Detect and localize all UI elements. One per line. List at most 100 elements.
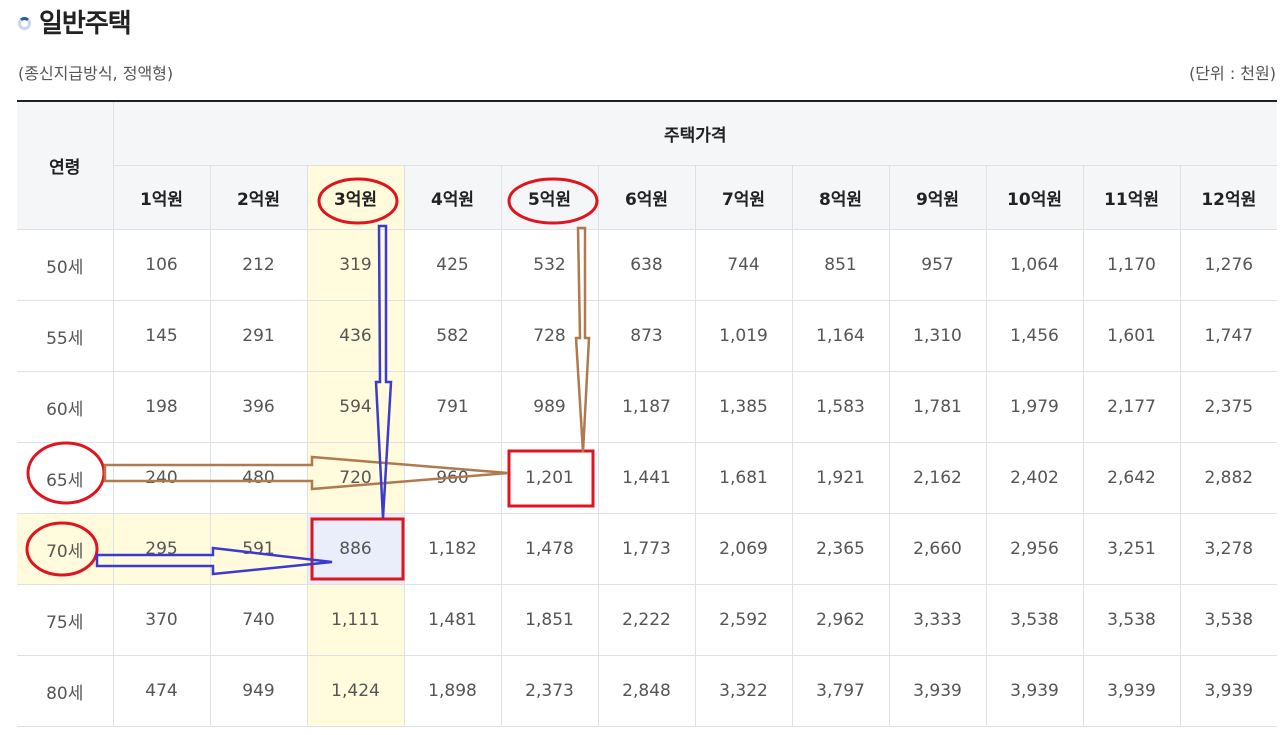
value-cell: 3,538 [1179, 584, 1278, 656]
value-cell: 2,642 [1082, 442, 1181, 514]
age-cell: 50세 [17, 229, 114, 301]
value-cell: 425 [403, 229, 502, 301]
value-cell: 240 [112, 442, 211, 514]
value-cell: 3,939 [888, 655, 987, 727]
table-row: 70세 295 591 886 1,182 1,478 1,773 2,069 2,365 2,6… [17, 513, 1278, 585]
value-cell: 3,797 [791, 655, 890, 727]
value-cell: 1,424 [306, 655, 405, 727]
age-cell: 60세 [17, 371, 114, 443]
table-row: 60세 198 396 594 791 989 1,187 1,385 1,583 1,781 1,… [17, 371, 1278, 443]
col-header-6: 6억원 [597, 165, 696, 230]
value-cell: 791 [403, 371, 502, 443]
col-header-4: 4억원 [403, 165, 502, 230]
value-cell: 2,375 [1179, 371, 1278, 443]
value-cell: 1,064 [985, 229, 1084, 301]
value-cell: 582 [403, 300, 502, 372]
table-row: 80세 474 949 1,424 1,898 2,373 2,848 3,322 3,797 3… [17, 655, 1278, 727]
value-cell: 989 [500, 371, 599, 443]
pension-table-wrap: 연령 주택가격 1억원 2억원 3억원 4억원 5억원 6억원 7억원 8억원 9억원 10억원 1… [17, 100, 1278, 727]
value-cell: 291 [209, 300, 308, 372]
value-cell: 396 [209, 371, 308, 443]
value-cell: 1,019 [694, 300, 793, 372]
col-header-11: 11억원 [1082, 165, 1181, 230]
col-header-9: 9억원 [888, 165, 987, 230]
value-cell: 3,251 [1082, 513, 1181, 585]
value-cell: 728 [500, 300, 599, 372]
value-cell: 1,187 [597, 371, 696, 443]
col-header-2: 2억원 [209, 165, 308, 230]
age-cell: 65세 [17, 442, 114, 514]
value-cell: 2,365 [791, 513, 890, 585]
value-cell: 3,322 [694, 655, 793, 727]
value-cell: 3,939 [1179, 655, 1278, 727]
value-cell: 1,781 [888, 371, 987, 443]
value-cell: 1,979 [985, 371, 1084, 443]
price-header: 주택가격 [112, 100, 1278, 166]
value-cell: 2,177 [1082, 371, 1181, 443]
value-cell: 851 [791, 229, 890, 301]
value-cell: 3,538 [1082, 584, 1181, 656]
value-cell: 2,162 [888, 442, 987, 514]
value-cell: 2,956 [985, 513, 1084, 585]
value-cell: 1,921 [791, 442, 890, 514]
table-row: 55세 145 291 436 582 728 873 1,019 1,164 1,310 1,45… [17, 300, 1278, 372]
col-header-3: 3억원 [306, 165, 405, 230]
age-cell: 70세 [17, 513, 114, 585]
value-cell: 744 [694, 229, 793, 301]
value-cell: 212 [209, 229, 308, 301]
value-cell: 1,681 [694, 442, 793, 514]
value-cell: 886 [306, 513, 405, 585]
value-cell: 873 [597, 300, 696, 372]
table-row: 75세 370 740 1,111 1,481 1,851 2,222 2,592 2,962 3… [17, 584, 1278, 656]
bullet-icon [18, 16, 31, 30]
value-cell: 1,601 [1082, 300, 1181, 372]
value-cell: 960 [403, 442, 502, 514]
col-header-12: 12억원 [1179, 165, 1278, 230]
value-cell: 2,069 [694, 513, 793, 585]
value-cell: 1,456 [985, 300, 1084, 372]
table-subtitle: (종신지급방식, 정액형) [18, 64, 174, 83]
table-row: 65세 240 480 720 960 1,201 1,441 1,681 1,921 2,162… [17, 442, 1278, 514]
value-cell: 2,848 [597, 655, 696, 727]
page-title: 일반주택 [39, 8, 132, 39]
col-header-8: 8억원 [791, 165, 890, 230]
value-cell: 1,164 [791, 300, 890, 372]
col-header-5: 5억원 [500, 165, 599, 230]
value-cell: 1,583 [791, 371, 890, 443]
value-cell: 957 [888, 229, 987, 301]
value-cell: 370 [112, 584, 211, 656]
value-cell: 591 [209, 513, 308, 585]
value-cell: 2,373 [500, 655, 599, 727]
value-cell: 1,182 [403, 513, 502, 585]
value-cell: 106 [112, 229, 211, 301]
value-cell: 1,898 [403, 655, 502, 727]
value-cell: 1,478 [500, 513, 599, 585]
value-cell: 949 [209, 655, 308, 727]
value-cell: 3,939 [1082, 655, 1181, 727]
value-cell: 2,402 [985, 442, 1084, 514]
pension-table: 연령 주택가격 1억원 2억원 3억원 4억원 5억원 6억원 7억원 8억원 9억원 10억원 1… [17, 100, 1278, 727]
age-cell: 80세 [17, 655, 114, 727]
value-cell: 436 [306, 300, 405, 372]
value-cell: 145 [112, 300, 211, 372]
value-cell: 198 [112, 371, 211, 443]
value-cell: 740 [209, 584, 308, 656]
unit-label: (단위 : 천원) [1189, 64, 1276, 83]
table-row: 50세 106 212 319 425 532 638 744 851 957 1,064 1,170… [17, 229, 1278, 301]
value-cell: 1,481 [403, 584, 502, 656]
value-cell: 532 [500, 229, 599, 301]
value-cell: 1,773 [597, 513, 696, 585]
value-cell: 474 [112, 655, 211, 727]
value-cell: 2,592 [694, 584, 793, 656]
value-cell: 2,882 [1179, 442, 1278, 514]
value-cell: 1,310 [888, 300, 987, 372]
value-cell: 720 [306, 442, 405, 514]
value-cell: 295 [112, 513, 211, 585]
value-cell: 3,939 [985, 655, 1084, 727]
value-cell: 480 [209, 442, 308, 514]
value-cell: 1,747 [1179, 300, 1278, 372]
value-cell: 3,333 [888, 584, 987, 656]
value-cell: 2,222 [597, 584, 696, 656]
value-cell: 1,201 [500, 442, 599, 514]
age-cell: 55세 [17, 300, 114, 372]
